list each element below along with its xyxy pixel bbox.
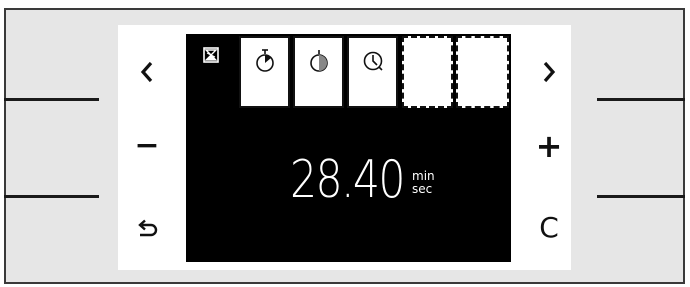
unit-sec-label: sec: [412, 182, 433, 196]
tab-empty-slot-2: [456, 36, 509, 108]
back-arrow-icon: [138, 219, 158, 237]
clock-icon: [363, 51, 383, 71]
tab-stopwatch[interactable]: [239, 36, 290, 108]
minus-button[interactable]: −: [127, 126, 167, 166]
timer-value: 28.40: [290, 150, 406, 210]
unit-min-label: min: [412, 169, 435, 183]
stopwatch-icon: [255, 49, 274, 72]
back-button[interactable]: [127, 210, 167, 250]
chevron-left-icon: [140, 61, 153, 83]
divider-right-upper: [597, 98, 685, 101]
clear-label: C: [539, 211, 559, 244]
plus-button[interactable]: +: [529, 126, 569, 166]
tab-hourglass[interactable]: [186, 36, 236, 108]
tab-empty-slot-1: [402, 36, 453, 108]
next-button[interactable]: [529, 52, 569, 92]
tab-clock[interactable]: [347, 36, 398, 108]
plus-label: +: [535, 127, 563, 165]
time-readout: 28.40 min sec: [186, 150, 511, 210]
divider-left-upper: [4, 98, 99, 101]
divider-right-lower: [597, 195, 685, 198]
tab-half-timer[interactable]: [293, 36, 344, 108]
previous-button[interactable]: [127, 52, 167, 92]
clear-button[interactable]: C: [529, 208, 569, 248]
half-timer-icon: [309, 50, 328, 72]
chevron-right-icon: [543, 61, 556, 83]
minus-label: −: [134, 128, 160, 163]
divider-left-lower: [4, 195, 99, 198]
hourglass-icon: [203, 47, 219, 63]
